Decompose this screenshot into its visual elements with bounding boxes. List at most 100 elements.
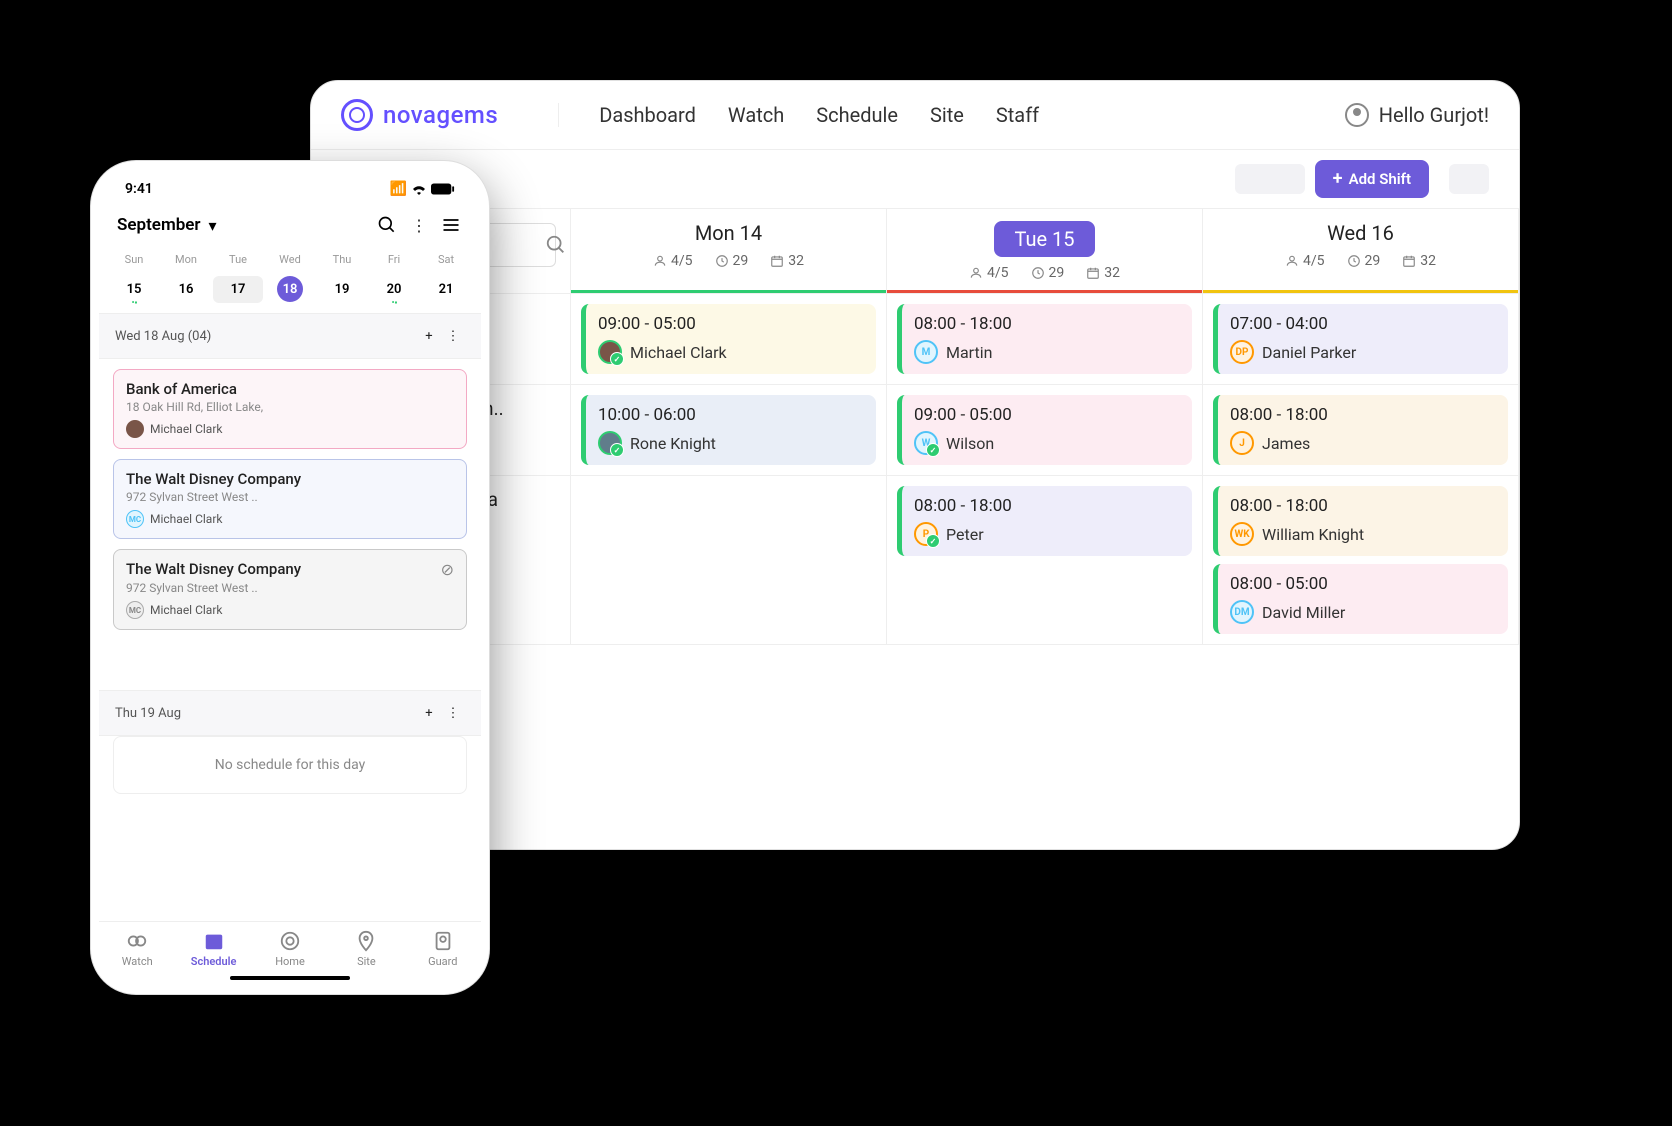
signal-icon: 📶 [390,181,407,197]
status-icons: 📶 [390,181,455,197]
cell-r0c0: 09:00 - 05:00Michael Clark [571,294,887,385]
bnav-watch[interactable]: Watch [99,930,175,968]
desktop-window: novagems Dashboard Watch Schedule Site S… [310,80,1520,850]
avatar: WK [1230,522,1254,546]
stat-cal: 32 [770,253,804,269]
mobile-status-bar: 9:41 📶 [99,169,481,201]
battery-icon [431,183,455,195]
shift-card[interactable]: 08:00 - 18:00WKWilliam Knight [1213,486,1508,556]
greeting-text: Hello Gurjot! [1379,103,1489,127]
stat-people: 4/5 [1285,253,1325,269]
weekday-row: Sun Mon Tue Wed Thu Fri Sat [99,249,481,270]
stat-hours: 29 [1347,253,1381,269]
stat-hours: 29 [715,253,749,269]
more-icon[interactable]: ⋮ [441,701,465,725]
date-15[interactable]: 15 [109,276,159,303]
avatar: DP [1230,340,1254,364]
bnav-guard[interactable]: Guard [405,930,481,968]
nav-staff[interactable]: Staff [996,103,1039,127]
avatar [598,340,622,364]
shift-card[interactable]: 07:00 - 04:00DPDaniel Parker [1213,304,1508,374]
avatar: MC [126,601,144,619]
add-icon[interactable]: + [417,324,441,348]
date-19[interactable]: 19 [317,276,367,303]
date-21[interactable]: 21 [421,276,471,303]
date-20[interactable]: 20 [369,276,419,303]
day-stats: 4/5 29 32 [579,253,878,269]
section-header-thu19: Thu 19 Aug + ⋮ [99,690,481,736]
mobile-card-2[interactable]: The Walt Disney Company⊘ 972 Sylvan Stre… [113,549,467,630]
month-selector: September ▾ ⋮ [99,201,481,249]
bnav-home[interactable]: Home [252,930,328,968]
menu-icon[interactable] [439,213,463,237]
date-18-active[interactable]: 18 [277,276,303,302]
shift-card[interactable]: 08:00 - 05:00DMDavid Miller [1213,564,1508,634]
avatar: DM [1230,600,1254,624]
day-header-wed[interactable]: Wed 16 4/5 29 32 [1203,209,1519,294]
add-shift-button[interactable]: + Add Shift [1315,160,1429,198]
schedule-grid: Mon 14 4/5 29 32 Tue 15 4/5 29 32 Wed 16… [311,209,1519,645]
shift-card[interactable]: 10:00 - 06:00Rone Knight [581,395,876,465]
user-greeting[interactable]: Hello Gurjot! [1345,103,1489,127]
shift-card[interactable]: 09:00 - 05:00Michael Clark [581,304,876,374]
section-header-wed18: Wed 18 Aug (04) + ⋮ [99,313,481,359]
brand: novagems [341,99,498,131]
shift-card[interactable]: 08:00 - 18:00MMartin [897,304,1192,374]
bnav-site[interactable]: Site [328,930,404,968]
add-shift-label: Add Shift [1349,170,1411,188]
day-underline [887,290,1202,293]
stat-cal: 32 [1086,265,1120,281]
search-icon [545,234,567,256]
toolbar-placeholder-2 [1235,164,1305,194]
date-16[interactable]: 16 [161,276,211,303]
date-17[interactable]: 17 [213,276,263,303]
day-underline [1203,290,1518,293]
cell-r2c1: 08:00 - 18:00PPeter [887,476,1203,645]
cell-r0c2: 07:00 - 04:00DPDaniel Parker [1203,294,1519,385]
avatar: W [914,431,938,455]
cell-r0c1: 08:00 - 18:00MMartin [887,294,1203,385]
stat-cal: 32 [1402,253,1436,269]
cell-r1c1: 09:00 - 05:00WWilson [887,385,1203,476]
cell-r2c2: 08:00 - 18:00WKWilliam Knight 08:00 - 05… [1203,476,1519,645]
brand-logo-icon [341,99,373,131]
nav-schedule[interactable]: Schedule [816,103,898,127]
mobile-card-1[interactable]: The Walt Disney Company 972 Sylvan Stree… [113,459,467,539]
brand-text: novagems [383,101,498,129]
toolbar-placeholder-3 [1449,164,1489,194]
shift-card[interactable]: 09:00 - 05:00WWilson [897,395,1192,465]
chevron-down-icon[interactable]: ▾ [209,216,217,235]
day-label: Tue 15 [994,221,1094,257]
bnav-schedule[interactable]: Schedule [175,930,251,968]
add-icon[interactable]: + [417,701,441,725]
nav-dashboard[interactable]: Dashboard [599,103,696,127]
avatar: M [914,340,938,364]
nav-site[interactable]: Site [930,103,964,127]
more-icon[interactable]: ⋮ [441,324,465,348]
empty-schedule-message: No schedule for this day [113,736,467,794]
avatar: J [1230,431,1254,455]
main-nav: Dashboard Watch Schedule Site Staff [558,103,1039,127]
month-label[interactable]: September [117,215,201,235]
day-underline [571,290,886,293]
stat-people: 4/5 [969,265,1009,281]
more-icon[interactable]: ⋮ [407,213,431,237]
avatar [126,420,144,438]
day-header-mon[interactable]: Mon 14 4/5 29 32 [571,209,887,294]
date-row: 15 16 17 18 19 20 21 [99,270,481,313]
mobile-device: 9:41 📶 September ▾ ⋮ Sun Mon Tue W [90,160,490,995]
shift-card[interactable]: 08:00 - 18:00PPeter [897,486,1192,556]
search-icon[interactable] [375,213,399,237]
avatar: MC [126,510,144,528]
topbar: novagems Dashboard Watch Schedule Site S… [311,81,1519,150]
shift-card[interactable]: 08:00 - 18:00JJames [1213,395,1508,465]
visibility-off-icon: ⊘ [441,560,454,579]
cell-r1c2: 08:00 - 18:00JJames [1203,385,1519,476]
stat-hours: 29 [1031,265,1065,281]
stat-people: 4/5 [653,253,693,269]
day-label: Mon 14 [579,221,878,245]
nav-watch[interactable]: Watch [728,103,784,127]
cell-r1c0: 10:00 - 06:00Rone Knight [571,385,887,476]
day-header-tue[interactable]: Tue 15 4/5 29 32 [887,209,1203,294]
mobile-card-0[interactable]: Bank of America 18 Oak Hill Rd, Elliot L… [113,369,467,449]
